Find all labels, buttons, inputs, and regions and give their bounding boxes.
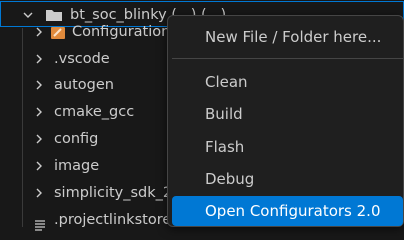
menu-separator	[172, 58, 403, 59]
menu-item-flash[interactable]: Flash	[172, 132, 403, 162]
chevron-right-icon[interactable]	[32, 180, 46, 206]
configurator-icon	[50, 24, 66, 40]
tree-item-label: config	[54, 131, 99, 147]
menu-item-debug[interactable]: Debug	[172, 164, 403, 194]
menu-item-label: Build	[205, 105, 243, 123]
tree-item-label: .projectlinkstore	[54, 212, 172, 228]
chevron-right-icon[interactable]	[32, 99, 46, 125]
chevron-right-icon[interactable]	[32, 153, 46, 179]
tree-item-label: .vscode	[54, 51, 110, 67]
tree-item-label: autogen	[54, 77, 114, 93]
menu-item-clean[interactable]: Clean	[172, 67, 403, 97]
menu-item-label: Debug	[205, 170, 255, 188]
menu-item-label: New File / Folder here...	[205, 28, 382, 46]
tree-item-label: Configuration	[72, 24, 171, 40]
file-lines-icon	[34, 214, 50, 231]
menu-item-label: Open Configurators 2.0	[205, 202, 381, 220]
chevron-right-icon[interactable]	[32, 72, 46, 98]
menu-item-label: Clean	[205, 73, 248, 91]
menu-item-label: Flash	[205, 138, 245, 156]
chevron-right-icon[interactable]	[32, 126, 46, 152]
menu-item-open-configurators[interactable]: Open Configurators 2.0	[172, 196, 403, 226]
chevron-right-icon[interactable]	[32, 46, 46, 72]
tree-item-label: cmake_gcc	[54, 104, 135, 120]
menu-item-build[interactable]: Build	[172, 99, 403, 129]
tree-item-label: image	[54, 158, 100, 174]
menu-item-new-file-folder[interactable]: New File / Folder here...	[172, 22, 403, 52]
context-menu: New File / Folder here... Clean Build Fl…	[167, 15, 404, 227]
chevron-right-icon[interactable]	[32, 19, 46, 45]
